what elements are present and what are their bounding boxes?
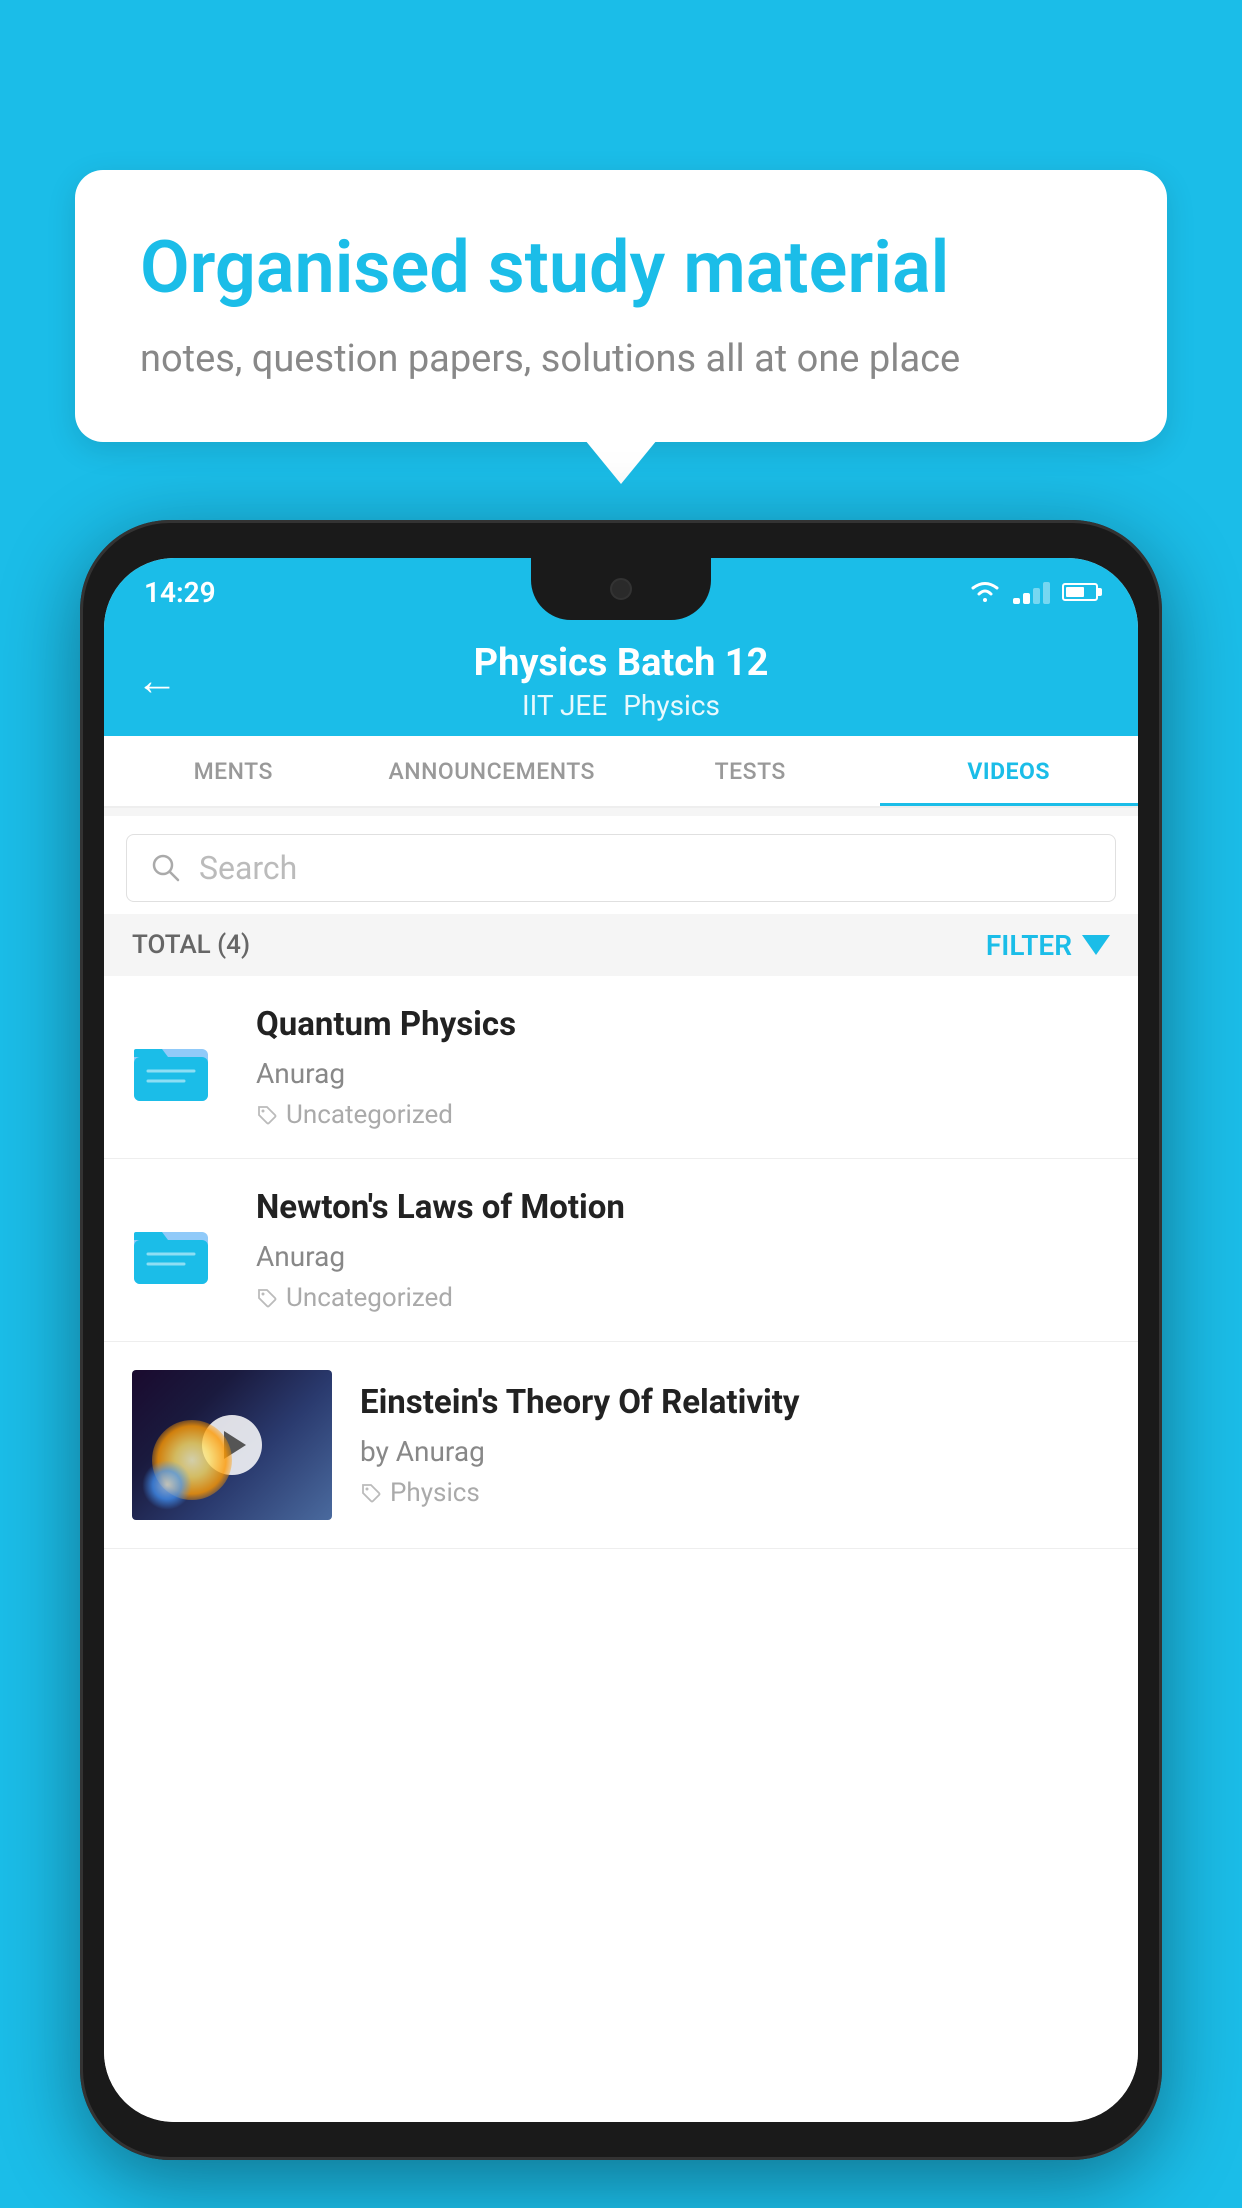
bubble-subtitle: notes, question papers, solutions all at…: [140, 333, 1102, 386]
video-info: Einstein's Theory Of Relativity by Anura…: [360, 1382, 1110, 1508]
filter-label: FILTER: [986, 929, 1072, 962]
filter-button[interactable]: FILTER: [986, 929, 1110, 962]
tab-videos[interactable]: VIDEOS: [880, 736, 1139, 806]
filter-icon: [1082, 935, 1110, 955]
header-tag-physics: Physics: [623, 689, 720, 722]
tag-icon: [256, 1104, 278, 1126]
tab-tests[interactable]: TESTS: [621, 736, 880, 806]
notch: [531, 558, 711, 620]
camera-icon: [610, 578, 632, 600]
list-item[interactable]: Newton's Laws of Motion Anurag Uncategor…: [104, 1159, 1138, 1342]
video-tag: Uncategorized: [256, 1283, 1110, 1313]
phone-container: 14:29: [80, 520, 1162, 2160]
video-list: Quantum Physics Anurag Uncategorized: [104, 976, 1138, 2122]
video-info: Newton's Laws of Motion Anurag Uncategor…: [256, 1187, 1110, 1313]
folder-icon: [132, 1027, 212, 1107]
tag-label: Uncategorized: [286, 1100, 453, 1130]
video-author: Anurag: [256, 1057, 1110, 1090]
video-info: Quantum Physics Anurag Uncategorized: [256, 1004, 1110, 1130]
tag-label: Uncategorized: [286, 1283, 453, 1313]
speech-bubble: Organised study material notes, question…: [75, 170, 1167, 442]
total-label: TOTAL (4): [132, 930, 250, 960]
video-tag: Uncategorized: [256, 1100, 1110, 1130]
header-tag-iit: IIT JEE: [522, 689, 607, 722]
tag-icon: [256, 1287, 278, 1309]
tab-ments[interactable]: MENTS: [104, 736, 363, 806]
tag-icon: [360, 1482, 382, 1504]
video-author: by Anurag: [360, 1435, 1110, 1468]
tag-label: Physics: [390, 1478, 480, 1508]
bubble-title: Organised study material: [140, 225, 1102, 311]
screen-title: Physics Batch 12: [474, 641, 769, 685]
battery-icon: [1062, 583, 1098, 601]
search-bar[interactable]: Search: [126, 834, 1116, 902]
search-placeholder: Search: [199, 849, 297, 887]
video-thumbnail: [132, 1370, 332, 1520]
phone-frame: 14:29: [80, 520, 1162, 2160]
video-tag: Physics: [360, 1478, 1110, 1508]
video-title: Einstein's Theory Of Relativity: [360, 1382, 1110, 1425]
search-container: Search: [104, 816, 1138, 920]
video-author: Anurag: [256, 1240, 1110, 1273]
list-item[interactable]: Quantum Physics Anurag Uncategorized: [104, 976, 1138, 1159]
header-subtitle: IIT JEE Physics: [522, 689, 720, 722]
filter-bar: TOTAL (4) FILTER: [104, 914, 1138, 976]
orb2-decoration: [142, 1460, 192, 1510]
list-item[interactable]: Einstein's Theory Of Relativity by Anura…: [104, 1342, 1138, 1549]
signal-icon: [1013, 580, 1050, 604]
app-header: ← Physics Batch 12 IIT JEE Physics: [104, 626, 1138, 736]
folder-icon: [132, 1210, 212, 1290]
search-icon: [151, 853, 181, 883]
video-title: Newton's Laws of Motion: [256, 1187, 1110, 1230]
back-button[interactable]: ←: [136, 657, 178, 706]
phone-screen: 14:29: [104, 558, 1138, 2122]
status-icons: [969, 580, 1098, 604]
tab-bar: MENTS ANNOUNCEMENTS TESTS VIDEOS: [104, 736, 1138, 808]
wifi-icon: [969, 580, 1001, 604]
status-time: 14:29: [144, 576, 216, 609]
tab-announcements[interactable]: ANNOUNCEMENTS: [363, 736, 622, 806]
video-title: Quantum Physics: [256, 1004, 1110, 1047]
